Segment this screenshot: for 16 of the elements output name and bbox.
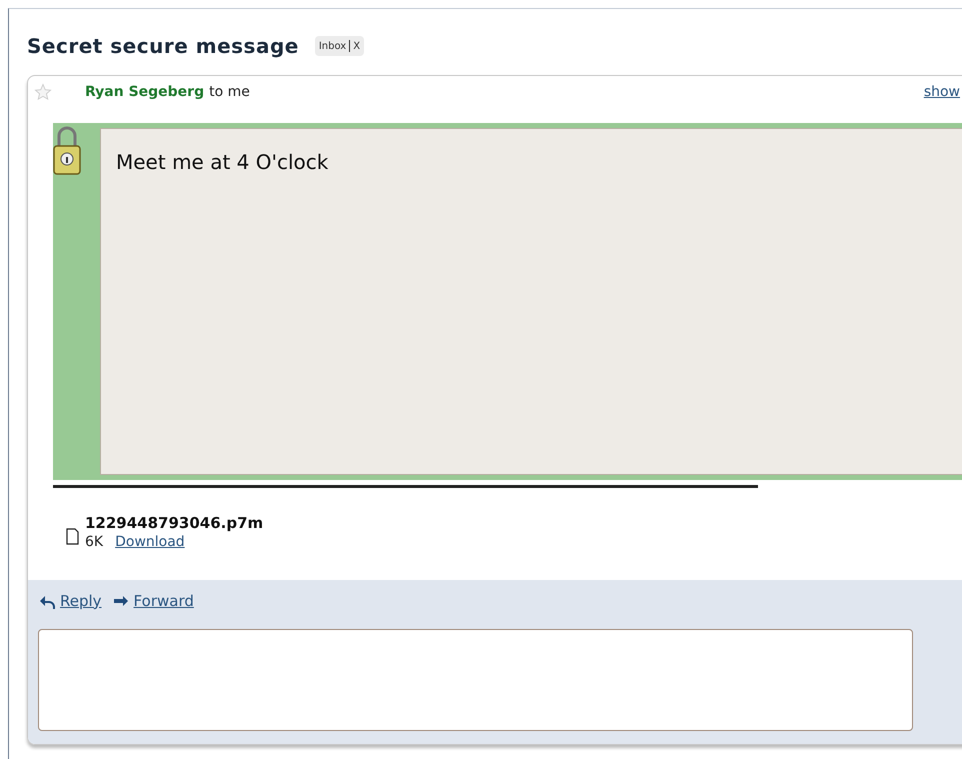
forward-link[interactable]: Forward (134, 590, 194, 612)
label-text: Inbox (318, 40, 346, 54)
reply-input-field[interactable] (38, 629, 913, 731)
sender-name: Ryan Segeberg (85, 82, 204, 102)
show-details-link[interactable]: show (924, 82, 960, 102)
reply-link[interactable]: Reply (60, 590, 102, 612)
file-icon (66, 528, 79, 544)
recipient-text: to me (209, 82, 250, 102)
padlock-icon (53, 124, 81, 176)
message-body: Meet me at 4 O'clock (116, 149, 330, 176)
download-link[interactable]: Download (115, 533, 185, 551)
attachment-size: 6K (85, 533, 104, 551)
attachment-filename: 1229448793046.p7m (85, 513, 264, 533)
remove-label-button[interactable]: X (353, 38, 360, 54)
star-icon[interactable] (34, 83, 52, 101)
message-subject: Secret secure message (27, 33, 299, 60)
